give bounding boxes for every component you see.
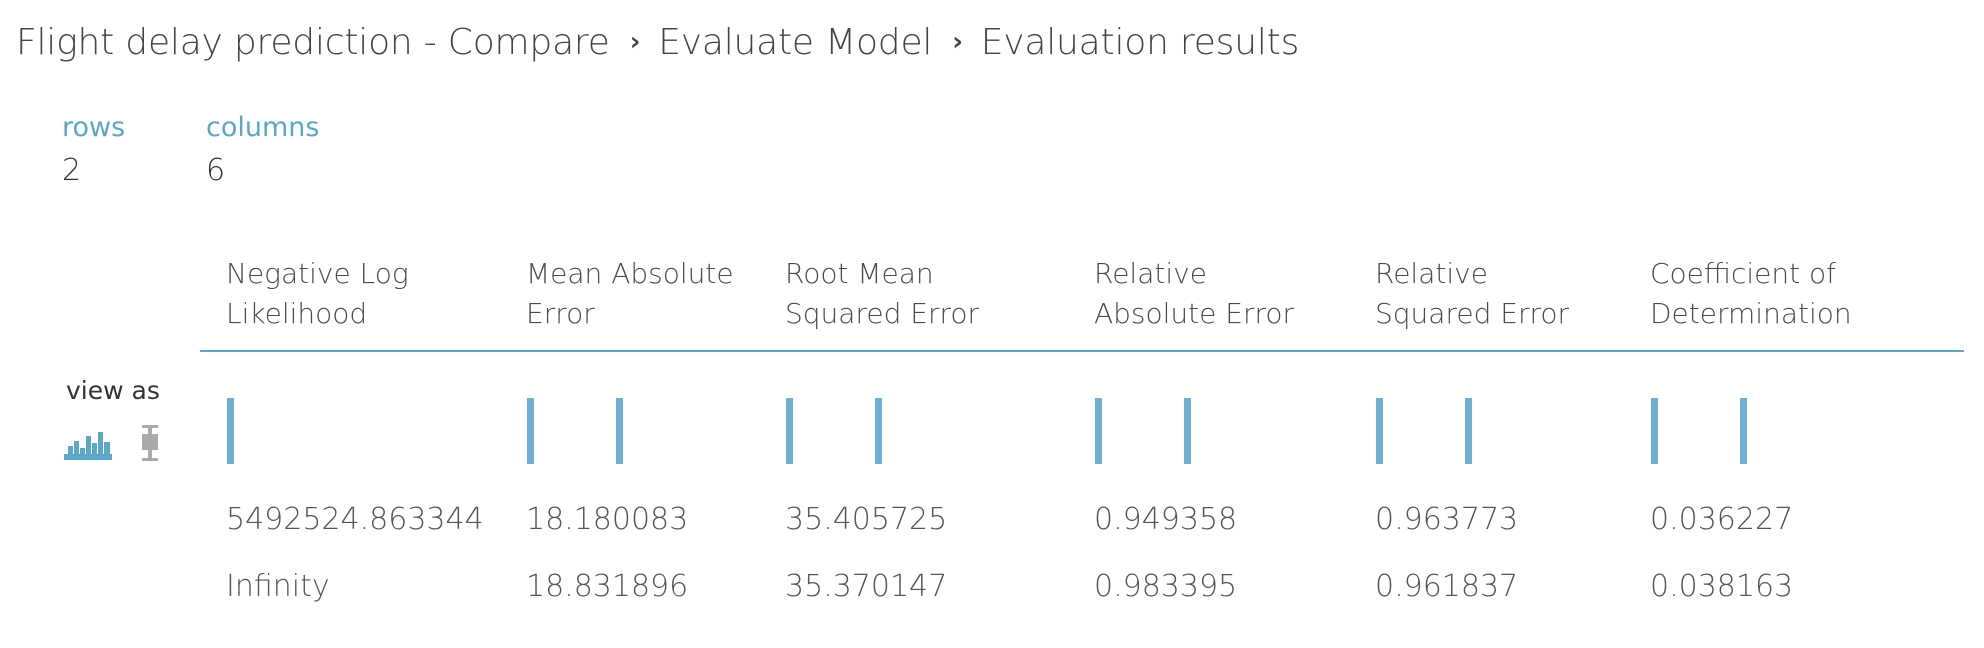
rows-label: rows bbox=[62, 112, 126, 143]
table-cell[interactable]: 0.961837 bbox=[1375, 569, 1518, 604]
rows-stat: rows 2 bbox=[62, 112, 125, 188]
sparkline-bar bbox=[1184, 398, 1191, 464]
breadcrumb-module[interactable]: Evaluate Model bbox=[658, 22, 932, 63]
rows-value: 2 bbox=[62, 153, 82, 188]
breadcrumb-experiment[interactable]: Flight delay prediction - Compare bbox=[16, 22, 610, 63]
results-table-header: Negative Log Likelihood Mean Absolute Erro… bbox=[200, 254, 1964, 352]
boxplot-icon[interactable] bbox=[139, 424, 161, 462]
table-cell[interactable]: 0.949358 bbox=[1094, 502, 1237, 537]
column-header[interactable]: Relative Absolute Error bbox=[1094, 254, 1294, 334]
column-header[interactable]: Relative Squared Error bbox=[1375, 254, 1569, 334]
table-cell[interactable]: 0.038163 bbox=[1650, 569, 1793, 604]
chevron-right-icon: › bbox=[629, 26, 641, 57]
sparkline-bar bbox=[227, 398, 234, 464]
sparkline-bar bbox=[1740, 398, 1747, 464]
breadcrumb-current: Evaluation results bbox=[980, 22, 1300, 63]
table-cell[interactable]: 0.963773 bbox=[1375, 502, 1518, 537]
sparkline-bar bbox=[527, 398, 534, 464]
table-cell[interactable]: 35.370147 bbox=[785, 569, 947, 604]
sparkline-bar bbox=[1651, 398, 1658, 464]
column-header[interactable]: Coefficient of Determination bbox=[1650, 254, 1852, 334]
table-cell[interactable]: 18.180083 bbox=[526, 502, 688, 537]
table-cell[interactable]: 0.036227 bbox=[1650, 502, 1793, 537]
histogram-icon[interactable] bbox=[64, 428, 112, 460]
sparkline-bar bbox=[875, 398, 882, 464]
sparkline-bar bbox=[616, 398, 623, 464]
chevron-right-icon: › bbox=[952, 26, 963, 57]
view-as-label: view as bbox=[66, 376, 160, 405]
breadcrumb: Flight delay prediction - Compare › Eval… bbox=[16, 22, 1299, 63]
column-header[interactable]: Mean Absolute Error bbox=[526, 254, 734, 334]
table-cell[interactable]: 35.405725 bbox=[785, 502, 947, 537]
column-header[interactable]: Root Mean Squared Error bbox=[785, 254, 979, 334]
columns-stat: columns 6 bbox=[206, 112, 319, 188]
table-cell[interactable]: 0.983395 bbox=[1094, 569, 1237, 604]
table-cell[interactable]: 18.831896 bbox=[526, 569, 688, 604]
sparkline-bar bbox=[1465, 398, 1472, 464]
columns-value: 6 bbox=[206, 153, 226, 188]
sparkline-bar bbox=[1376, 398, 1383, 464]
columns-label: columns bbox=[206, 112, 320, 143]
sparkline-bar bbox=[786, 398, 793, 464]
sparkline-bar bbox=[1095, 398, 1102, 464]
column-header[interactable]: Negative Log Likelihood bbox=[226, 254, 409, 334]
table-cell[interactable]: 5492524.863344 bbox=[226, 502, 484, 537]
table-cell[interactable]: Infinity bbox=[226, 569, 330, 604]
